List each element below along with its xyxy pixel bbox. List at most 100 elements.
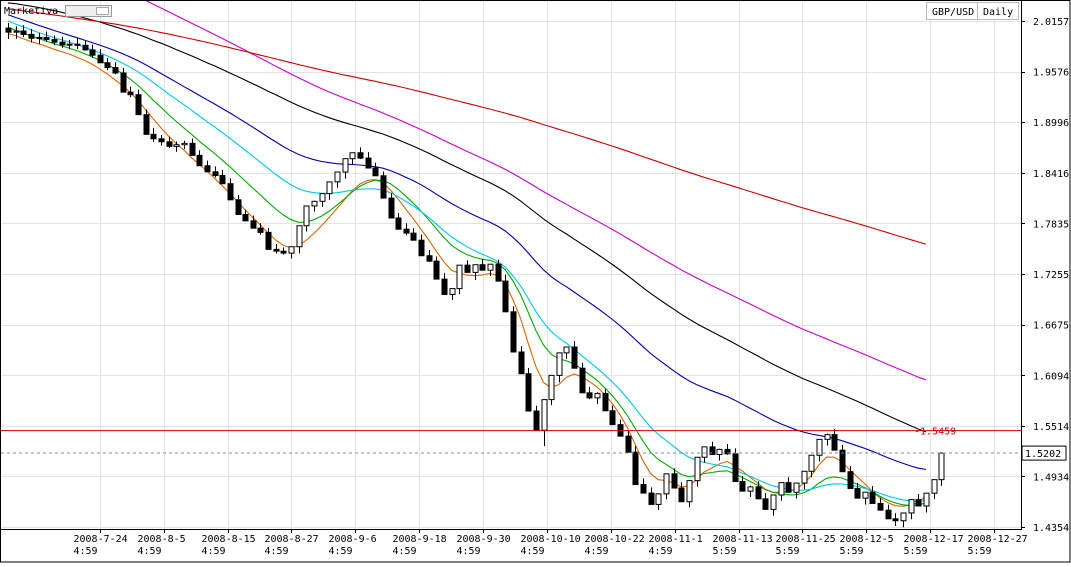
candle-body [510,311,517,353]
candle-body [747,486,754,492]
candle-body [915,499,922,507]
brand-label: Marketiva [4,6,58,17]
x-tick-time: 4:59 [329,546,353,557]
candle-body [112,67,119,74]
x-tick-date: 2008-9-6 [329,534,377,545]
candle-body [410,232,417,241]
candle-body [785,482,792,493]
candlesticks [5,22,945,528]
candle-body [173,144,180,147]
candle-body [602,392,609,412]
candle-body [548,374,555,401]
candle-body [20,30,27,35]
candle-body [433,260,440,280]
candle-body [472,264,479,273]
y-tick-label: 1.8996 [1033,118,1069,129]
x-tick-date: 2008-8-5 [138,534,186,545]
candle-body [51,39,58,43]
candle-body [235,199,242,215]
candle-body [579,367,586,394]
timeframe-box[interactable]: Daily [977,2,1019,20]
ma-line [7,2,927,433]
x-tick-date: 2008-12-17 [904,534,964,545]
price-chart[interactable]: -1.5459 2.0157 1.9576 1.8996 1.8416 1.7835 1.… [0,0,1071,563]
candle-body [694,456,701,482]
candle-body [104,62,111,69]
candle-body [923,492,930,507]
candle-body [778,482,785,496]
candle-body [349,152,356,160]
candle-body [74,43,81,46]
candle-body [449,288,456,295]
candle-body [755,486,762,500]
candle-body [671,473,678,489]
symbol-box[interactable]: GBP/USD [926,2,978,20]
candle-body [143,114,150,135]
y-tick-label: 1.4354 [1033,523,1069,534]
chart-root: -1.5459 2.0157 1.9576 1.8996 1.8416 1.7835 1.… [0,0,1071,563]
candle-body [586,392,593,399]
x-tick-time: 5:59 [968,546,992,557]
candle-body [5,27,12,33]
candle-body [227,183,234,201]
candle-body [388,197,395,219]
candle-body [127,91,134,96]
candle-body [257,227,264,233]
x-tick-time: 5:59 [840,546,864,557]
candle-body [862,491,869,499]
candle-body [525,373,532,412]
candle-body [877,502,884,511]
candle-body [716,448,723,456]
candle-body [556,352,563,376]
x-tick-date: 2008-12-27 [968,534,1028,545]
candle-body [801,470,808,484]
y-tick-label: 1.8416 [1033,169,1069,180]
candle-body [342,158,349,173]
x-tick-date: 2008-10-10 [521,534,581,545]
price-level-label: -1.5459 [914,427,956,438]
candle-body [640,484,647,494]
candle-body [648,492,655,505]
candle-body [625,435,632,453]
candle-body [380,175,387,199]
y-tick-label: 2.0157 [1033,17,1069,28]
timeframe-label: Daily [983,7,1013,18]
candle-body [732,453,739,482]
candle-body [166,141,173,147]
candle-body [357,152,364,159]
candle-body [89,49,96,56]
x-tick-time: 4:59 [393,546,417,557]
candle-body [59,41,66,46]
candle-body [212,171,219,177]
candle-body [770,494,777,510]
x-tick-time: 4:59 [649,546,673,557]
x-tick-date: 2008-8-15 [202,534,256,545]
candle-body [701,446,708,458]
candle-body [219,175,226,185]
x-tick-date: 2008-11-13 [713,534,773,545]
candle-body [28,33,35,39]
x-tick-time: 4:59 [138,546,162,557]
candle-body [66,43,73,46]
candle-body [686,480,693,503]
candle-body [319,193,326,202]
x-tick-date: 2008-10-22 [585,534,645,545]
x-tick-date: 2008-12-5 [840,534,894,545]
x-axis: 2008-7-244:592008-8-54:592008-8-154:5920… [74,529,1028,557]
candle-body [563,346,570,354]
candle-body [326,181,333,195]
x-tick-time: 4:59 [265,546,289,557]
candle-body [273,248,280,252]
candle-body [655,493,662,505]
candle-body [372,167,379,177]
candle-body [441,278,448,295]
candle-body [365,157,372,169]
chart-outer-frame [0,0,1071,563]
candle-body [36,36,43,39]
x-tick-date: 2008-9-30 [457,534,511,545]
candle-body [97,54,104,64]
candle-body [204,165,211,173]
candle-body [82,44,89,51]
x-tick-date: 2008-8-27 [265,534,319,545]
zoom-scrollbar[interactable] [65,5,112,17]
